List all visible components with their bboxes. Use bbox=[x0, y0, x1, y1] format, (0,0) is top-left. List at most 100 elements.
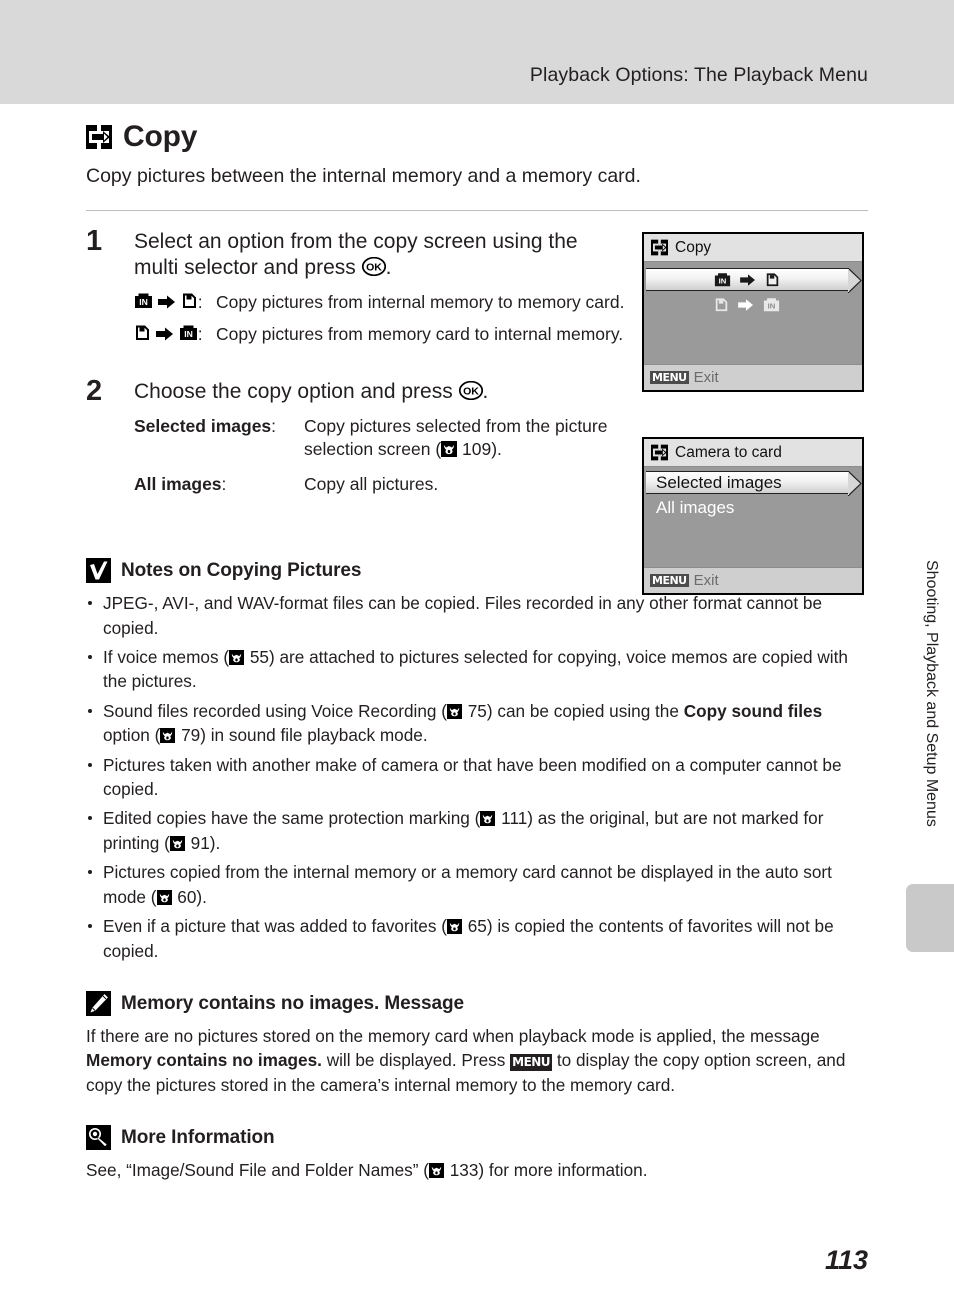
memory-message-heading: Memory contains no images. Message bbox=[86, 991, 868, 1017]
page-reference-icon bbox=[446, 919, 463, 935]
arrow-right-icon bbox=[157, 294, 176, 310]
note-text: Edited copies have the same protection m… bbox=[103, 808, 481, 829]
memory-card-icon bbox=[765, 271, 780, 288]
memory-message-text-1: If there are no pictures stored on the m… bbox=[86, 1026, 820, 1047]
lcd-1-title: Copy bbox=[675, 238, 712, 256]
step-2-number: 2 bbox=[86, 375, 103, 408]
note-text-post-2: ). bbox=[209, 832, 221, 853]
lcd-1-titlebar: Copy bbox=[644, 234, 862, 262]
menu-button-icon[interactable]: MENU bbox=[650, 370, 689, 385]
copy-option-ref-page-1: 109 bbox=[462, 438, 492, 459]
copy-option-desc-selected-images: Copy pictures selected from the picture … bbox=[304, 415, 654, 461]
chapter-side-label: Shooting, Playback and Setup Menus bbox=[923, 560, 940, 827]
note-ref-page: 55 bbox=[249, 646, 269, 667]
lcd-1-exit-label: Exit bbox=[693, 369, 719, 386]
lcd-2-row-1-label: Selected images bbox=[656, 472, 782, 492]
note-item: Edited copies have the same protection m… bbox=[86, 806, 868, 855]
menu-button-icon: MENU bbox=[510, 1054, 553, 1072]
copy-option-row-all-images: All images: Copy all pictures. bbox=[134, 473, 654, 496]
svg-text:OK: OK bbox=[463, 386, 479, 398]
note-item: JPEG-, AVI-, and WAV-format files can be… bbox=[86, 591, 868, 640]
memory-message-bold: Memory contains no images. bbox=[86, 1050, 322, 1071]
lcd-2-title: Camera to card bbox=[675, 443, 782, 461]
note-ref-page: 60 bbox=[177, 886, 197, 907]
copy-option-colon-1: : bbox=[271, 415, 277, 436]
more-information-block: More Information See, “Image/Sound File … bbox=[86, 1125, 868, 1182]
copy-direction-1-icons: IN: bbox=[134, 291, 216, 314]
copy-option-row-selected-images: Selected images: Copy pictures selected … bbox=[134, 415, 654, 461]
page-reference-icon bbox=[441, 440, 458, 457]
more-information-heading: More Information bbox=[86, 1125, 868, 1151]
arrow-right-icon bbox=[738, 298, 754, 312]
note-text: JPEG-, AVI-, and WAV-format files can be… bbox=[103, 593, 823, 638]
copy-option-colon-2: : bbox=[221, 474, 227, 495]
note-item: Even if a picture that was added to favo… bbox=[86, 914, 868, 963]
more-information-title: More Information bbox=[121, 1126, 275, 1148]
copy-option-key-all-images: All images: bbox=[134, 473, 304, 496]
page-title: Copy bbox=[123, 120, 198, 153]
memory-message-paragraph: If there are no pictures stored on the m… bbox=[86, 1024, 868, 1097]
lcd-1-selection-arrow bbox=[847, 266, 863, 298]
memory-card-icon bbox=[181, 291, 198, 310]
note-ref-page: 65 bbox=[467, 916, 487, 937]
arrow-right-icon bbox=[155, 326, 174, 342]
copy-option-desc-post-1: ). bbox=[491, 438, 502, 459]
page-reference-icon bbox=[156, 889, 173, 906]
step-1-body: IN: Copy pictures from internal memory … bbox=[134, 291, 654, 346]
notes-on-copying-title: Notes on Copying Pictures bbox=[121, 559, 362, 581]
lcd-1-row-1-icons: IN bbox=[646, 271, 848, 288]
lcd-screen-camera-to-card: Camera to card Selected images All image… bbox=[642, 437, 864, 595]
page-header-band bbox=[0, 0, 954, 104]
svg-text:IN: IN bbox=[768, 302, 776, 311]
lcd-2-footer: MENU Exit bbox=[644, 567, 862, 593]
ok-button-icon: OK bbox=[458, 381, 483, 401]
memory-card-icon bbox=[134, 323, 151, 342]
page-reference-icon bbox=[229, 649, 245, 666]
lcd-1-row-internal-to-card[interactable]: IN bbox=[646, 266, 862, 295]
copy-option-label-all-images: All images bbox=[134, 474, 222, 495]
note-text: If voice memos ( bbox=[103, 646, 230, 667]
lcd-2-row-2-label: All images bbox=[656, 497, 735, 517]
lcd-1-footer: MENU Exit bbox=[644, 364, 862, 390]
note-ref-page: 111 bbox=[501, 808, 528, 829]
more-information-paragraph: See, “Image/Sound File and Folder Names”… bbox=[86, 1158, 868, 1182]
chapter-side-tab bbox=[906, 884, 954, 952]
note-ref-page: 75 bbox=[467, 700, 487, 721]
lcd-2-row-selected-images[interactable]: Selected images bbox=[646, 469, 862, 498]
internal-memory-icon: IN bbox=[179, 323, 198, 342]
note-ref-page-2: 79 bbox=[181, 725, 201, 746]
lcd-2-screen: Selected images All images bbox=[644, 467, 862, 567]
svg-text:IN: IN bbox=[139, 297, 148, 307]
lcd-1-row-card-to-internal[interactable]: IN bbox=[646, 293, 848, 316]
more-information-text-pre: See, “Image/Sound File and Folder Names”… bbox=[86, 1160, 429, 1181]
memory-card-icon bbox=[714, 296, 729, 313]
arrow-right-icon bbox=[740, 273, 756, 287]
memory-message-title: Memory contains no images. Message bbox=[121, 992, 464, 1014]
svg-text:IN: IN bbox=[184, 329, 193, 339]
copy-option-desc-all-images: Copy all pictures. bbox=[304, 474, 439, 495]
copy-icon bbox=[86, 124, 112, 150]
copy-option-key-selected-images: Selected images: bbox=[134, 415, 304, 461]
section-intro: Copy pictures between the internal memor… bbox=[86, 165, 641, 187]
page-reference-icon bbox=[446, 703, 463, 720]
step-1-title-suffix: . bbox=[385, 256, 392, 280]
note-item: Pictures copied from the internal memory… bbox=[86, 860, 868, 909]
running-title: Playback Options: The Playback Menu bbox=[529, 64, 868, 86]
copy-direction-2-description: Copy pictures from memory card to intern… bbox=[216, 323, 624, 344]
note-text: Pictures taken with another make of came… bbox=[103, 754, 842, 800]
note-bold-term: Copy sound files bbox=[683, 700, 823, 721]
page-reference-icon bbox=[160, 728, 176, 744]
pencil-icon bbox=[86, 991, 111, 1017]
divider-rule bbox=[86, 210, 868, 211]
note-text: Even if a picture that was added to favo… bbox=[103, 916, 447, 937]
note-item: Pictures taken with another make of came… bbox=[86, 753, 868, 802]
copy-direction-1-colon: : bbox=[197, 291, 203, 312]
step-1-title: Select an option from the copy screen us… bbox=[134, 229, 604, 282]
lcd-2-row-all-images[interactable]: All images bbox=[646, 496, 848, 519]
lcd-screen-copy: Copy IN IN MENU Exit bbox=[642, 232, 864, 392]
page-number: 113 bbox=[824, 1245, 868, 1275]
step-1-number: 1 bbox=[86, 225, 103, 257]
lcd-1-screen: IN IN bbox=[644, 262, 862, 364]
memory-message-block: Memory contains no images. Message If th… bbox=[86, 991, 868, 1097]
menu-button-icon[interactable]: MENU bbox=[650, 573, 689, 588]
